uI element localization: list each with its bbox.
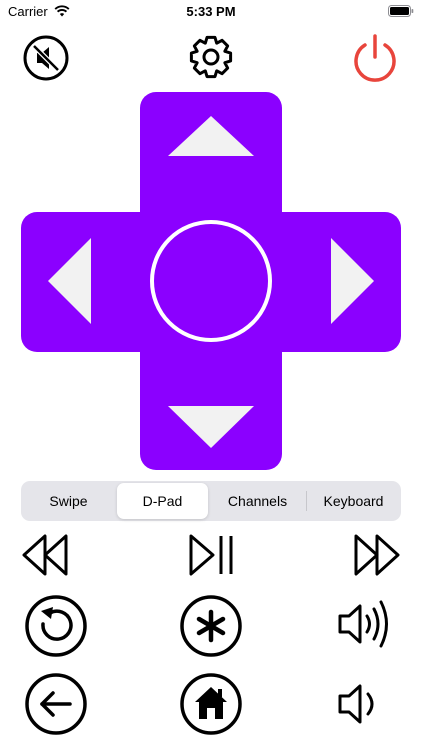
fast-forward-icon — [354, 534, 400, 576]
mode-tabs: Swipe D-Pad Channels Keyboard — [21, 481, 401, 521]
tab-dpad[interactable]: D-Pad — [117, 483, 208, 519]
volume-down-button[interactable] — [336, 676, 382, 732]
tab-swipe[interactable]: Swipe — [23, 483, 114, 519]
options-asterisk-icon — [180, 595, 242, 657]
dpad-left-button[interactable] — [21, 212, 140, 352]
options-button[interactable] — [179, 594, 243, 658]
volume-up-button[interactable] — [336, 596, 398, 652]
back-icon — [25, 673, 87, 735]
volume-up-icon — [338, 600, 388, 648]
home-button[interactable] — [179, 672, 243, 736]
home-icon — [180, 673, 242, 735]
play-pause-icon — [189, 534, 233, 576]
dpad-right-button[interactable] — [282, 212, 401, 352]
replay-button[interactable] — [24, 594, 88, 658]
back-button[interactable] — [24, 672, 88, 736]
rewind-icon — [22, 534, 68, 576]
tab-channels[interactable]: Channels — [211, 483, 304, 519]
replay-icon — [25, 595, 87, 657]
dpad-up-button[interactable] — [140, 92, 282, 210]
play-pause-button[interactable] — [187, 532, 235, 578]
tab-divider — [306, 491, 307, 511]
volume-down-icon — [338, 684, 374, 724]
rewind-button[interactable] — [20, 532, 70, 578]
fast-forward-button[interactable] — [352, 532, 402, 578]
tab-keyboard[interactable]: Keyboard — [308, 483, 399, 519]
dpad-down-button[interactable] — [140, 352, 282, 470]
